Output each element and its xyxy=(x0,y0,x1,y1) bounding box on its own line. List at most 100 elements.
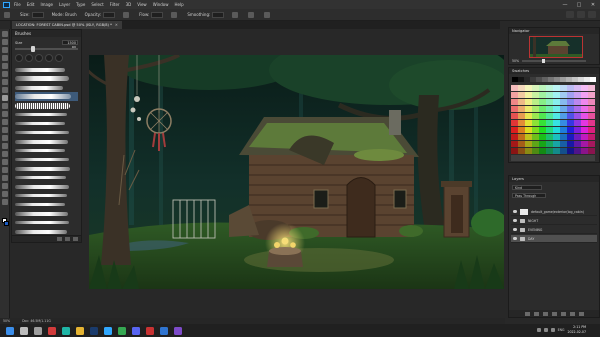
eye-icon[interactable] xyxy=(513,219,517,222)
color-swatch[interactable] xyxy=(588,126,595,134)
color-swatch[interactable] xyxy=(546,98,553,106)
shape-tool-icon[interactable] xyxy=(1,175,8,181)
brush-stroke-item[interactable] xyxy=(15,137,78,146)
menu-view[interactable]: View xyxy=(137,2,147,7)
brush-stroke-item[interactable] xyxy=(15,164,78,173)
color-swatch[interactable] xyxy=(511,119,518,127)
navigator-zoom-value[interactable]: 50% xyxy=(512,59,519,63)
color-swatch[interactable] xyxy=(511,126,518,134)
menu-file[interactable]: File xyxy=(14,2,21,7)
color-swatch[interactable] xyxy=(567,133,574,141)
color-swatch[interactable] xyxy=(511,147,518,155)
color-swatch[interactable] xyxy=(511,105,518,113)
volume-icon[interactable] xyxy=(550,327,555,332)
angle-option[interactable] xyxy=(248,11,256,18)
workspace-icon[interactable] xyxy=(577,11,585,18)
color-swatch[interactable] xyxy=(553,98,560,106)
color-swatch[interactable] xyxy=(511,112,518,120)
color-swatch[interactable] xyxy=(525,154,532,161)
color-swatch[interactable] xyxy=(581,91,588,99)
color-swatch[interactable] xyxy=(588,105,595,113)
color-swatch[interactable] xyxy=(511,140,518,148)
color-swatch[interactable] xyxy=(532,126,539,134)
brush-size-field[interactable]: 1500 px xyxy=(62,40,78,49)
color-swatch[interactable] xyxy=(546,91,553,99)
color-swatch[interactable] xyxy=(574,147,581,155)
color-swatch[interactable] xyxy=(525,91,532,99)
color-swatch[interactable] xyxy=(539,147,546,155)
trash-icon[interactable] xyxy=(73,237,78,241)
app-blue-icon[interactable] xyxy=(160,326,168,335)
brush-stroke-item[interactable] xyxy=(15,119,78,128)
color-swatch[interactable] xyxy=(546,85,553,92)
color-swatch[interactable] xyxy=(539,105,546,113)
color-swatch[interactable] xyxy=(539,140,546,148)
eye-icon[interactable] xyxy=(513,210,517,213)
path-select-tool-icon[interactable] xyxy=(1,167,8,173)
color-swatch[interactable] xyxy=(560,91,567,99)
dodge-tool-icon[interactable] xyxy=(1,143,8,149)
color-swatch[interactable] xyxy=(574,112,581,120)
trash-icon[interactable] xyxy=(578,311,584,316)
color-swatch[interactable] xyxy=(518,91,525,99)
more-tools-icon[interactable] xyxy=(1,199,8,205)
color-swatch[interactable] xyxy=(539,85,546,92)
color-swatch[interactable] xyxy=(525,126,532,134)
color-swatch[interactable] xyxy=(553,133,560,141)
zoom-tool-icon[interactable] xyxy=(1,191,8,197)
brush-stroke-item[interactable] xyxy=(15,65,78,74)
color-swatch[interactable] xyxy=(518,85,525,92)
color-swatch[interactable] xyxy=(518,133,525,141)
brush-stroke-item[interactable] xyxy=(15,83,78,92)
opacity-field[interactable] xyxy=(103,11,116,18)
search-icon[interactable] xyxy=(20,326,28,335)
recent-swatch[interactable] xyxy=(590,77,596,82)
color-swatch[interactable] xyxy=(553,112,560,120)
color-swatch[interactable] xyxy=(567,126,574,134)
navigator-zoom-thumb[interactable] xyxy=(542,59,546,63)
color-swatch[interactable] xyxy=(567,140,574,148)
color-swatch[interactable] xyxy=(525,147,532,155)
color-swatch[interactable] xyxy=(567,112,574,120)
color-swatch[interactable] xyxy=(539,133,546,141)
color-swatch[interactable] xyxy=(546,119,553,127)
color-swatch[interactable] xyxy=(560,98,567,106)
brush-stroke-item[interactable] xyxy=(15,173,78,182)
color-swatch[interactable] xyxy=(574,85,581,92)
color-swatch[interactable] xyxy=(518,112,525,120)
color-swatch[interactable] xyxy=(532,105,539,113)
color-swatch[interactable] xyxy=(532,98,539,106)
color-swatch[interactable] xyxy=(560,140,567,148)
minimize-button[interactable]: — xyxy=(558,0,572,9)
menu-layer[interactable]: Layer xyxy=(59,2,70,7)
color-swatch[interactable] xyxy=(581,119,588,127)
color-swatch[interactable] xyxy=(511,91,518,99)
adjustment-icon[interactable] xyxy=(551,311,557,316)
color-swatch[interactable] xyxy=(567,119,574,127)
color-swatch[interactable] xyxy=(525,140,532,148)
color-swatch[interactable] xyxy=(574,119,581,127)
color-swatch[interactable] xyxy=(539,126,546,134)
color-swatch[interactable] xyxy=(581,140,588,148)
color-swatch[interactable] xyxy=(553,154,560,161)
symmetry-option[interactable] xyxy=(264,11,272,18)
brush-stroke-item[interactable] xyxy=(15,191,78,200)
color-swatch[interactable] xyxy=(532,85,539,92)
menu-image[interactable]: Image xyxy=(40,2,53,7)
color-swatch[interactable] xyxy=(546,126,553,134)
pressure-opacity-toggle[interactable] xyxy=(123,11,131,18)
color-swatch[interactable] xyxy=(574,98,581,106)
brush-tip-preset[interactable] xyxy=(35,54,43,62)
share-icon[interactable] xyxy=(588,11,596,18)
link-icon[interactable] xyxy=(524,311,530,316)
color-swatch[interactable] xyxy=(511,85,518,92)
brush-stroke-item[interactable] xyxy=(15,200,78,209)
color-swatch[interactable] xyxy=(553,140,560,148)
color-swatch[interactable] xyxy=(588,147,595,155)
navigator-zoom-slider[interactable] xyxy=(522,59,587,63)
color-swatch[interactable] xyxy=(574,133,581,141)
color-swatch[interactable] xyxy=(581,105,588,113)
color-swatch[interactable] xyxy=(553,119,560,127)
color-swatch[interactable] xyxy=(553,147,560,155)
gradient-tool-icon[interactable] xyxy=(1,127,8,133)
